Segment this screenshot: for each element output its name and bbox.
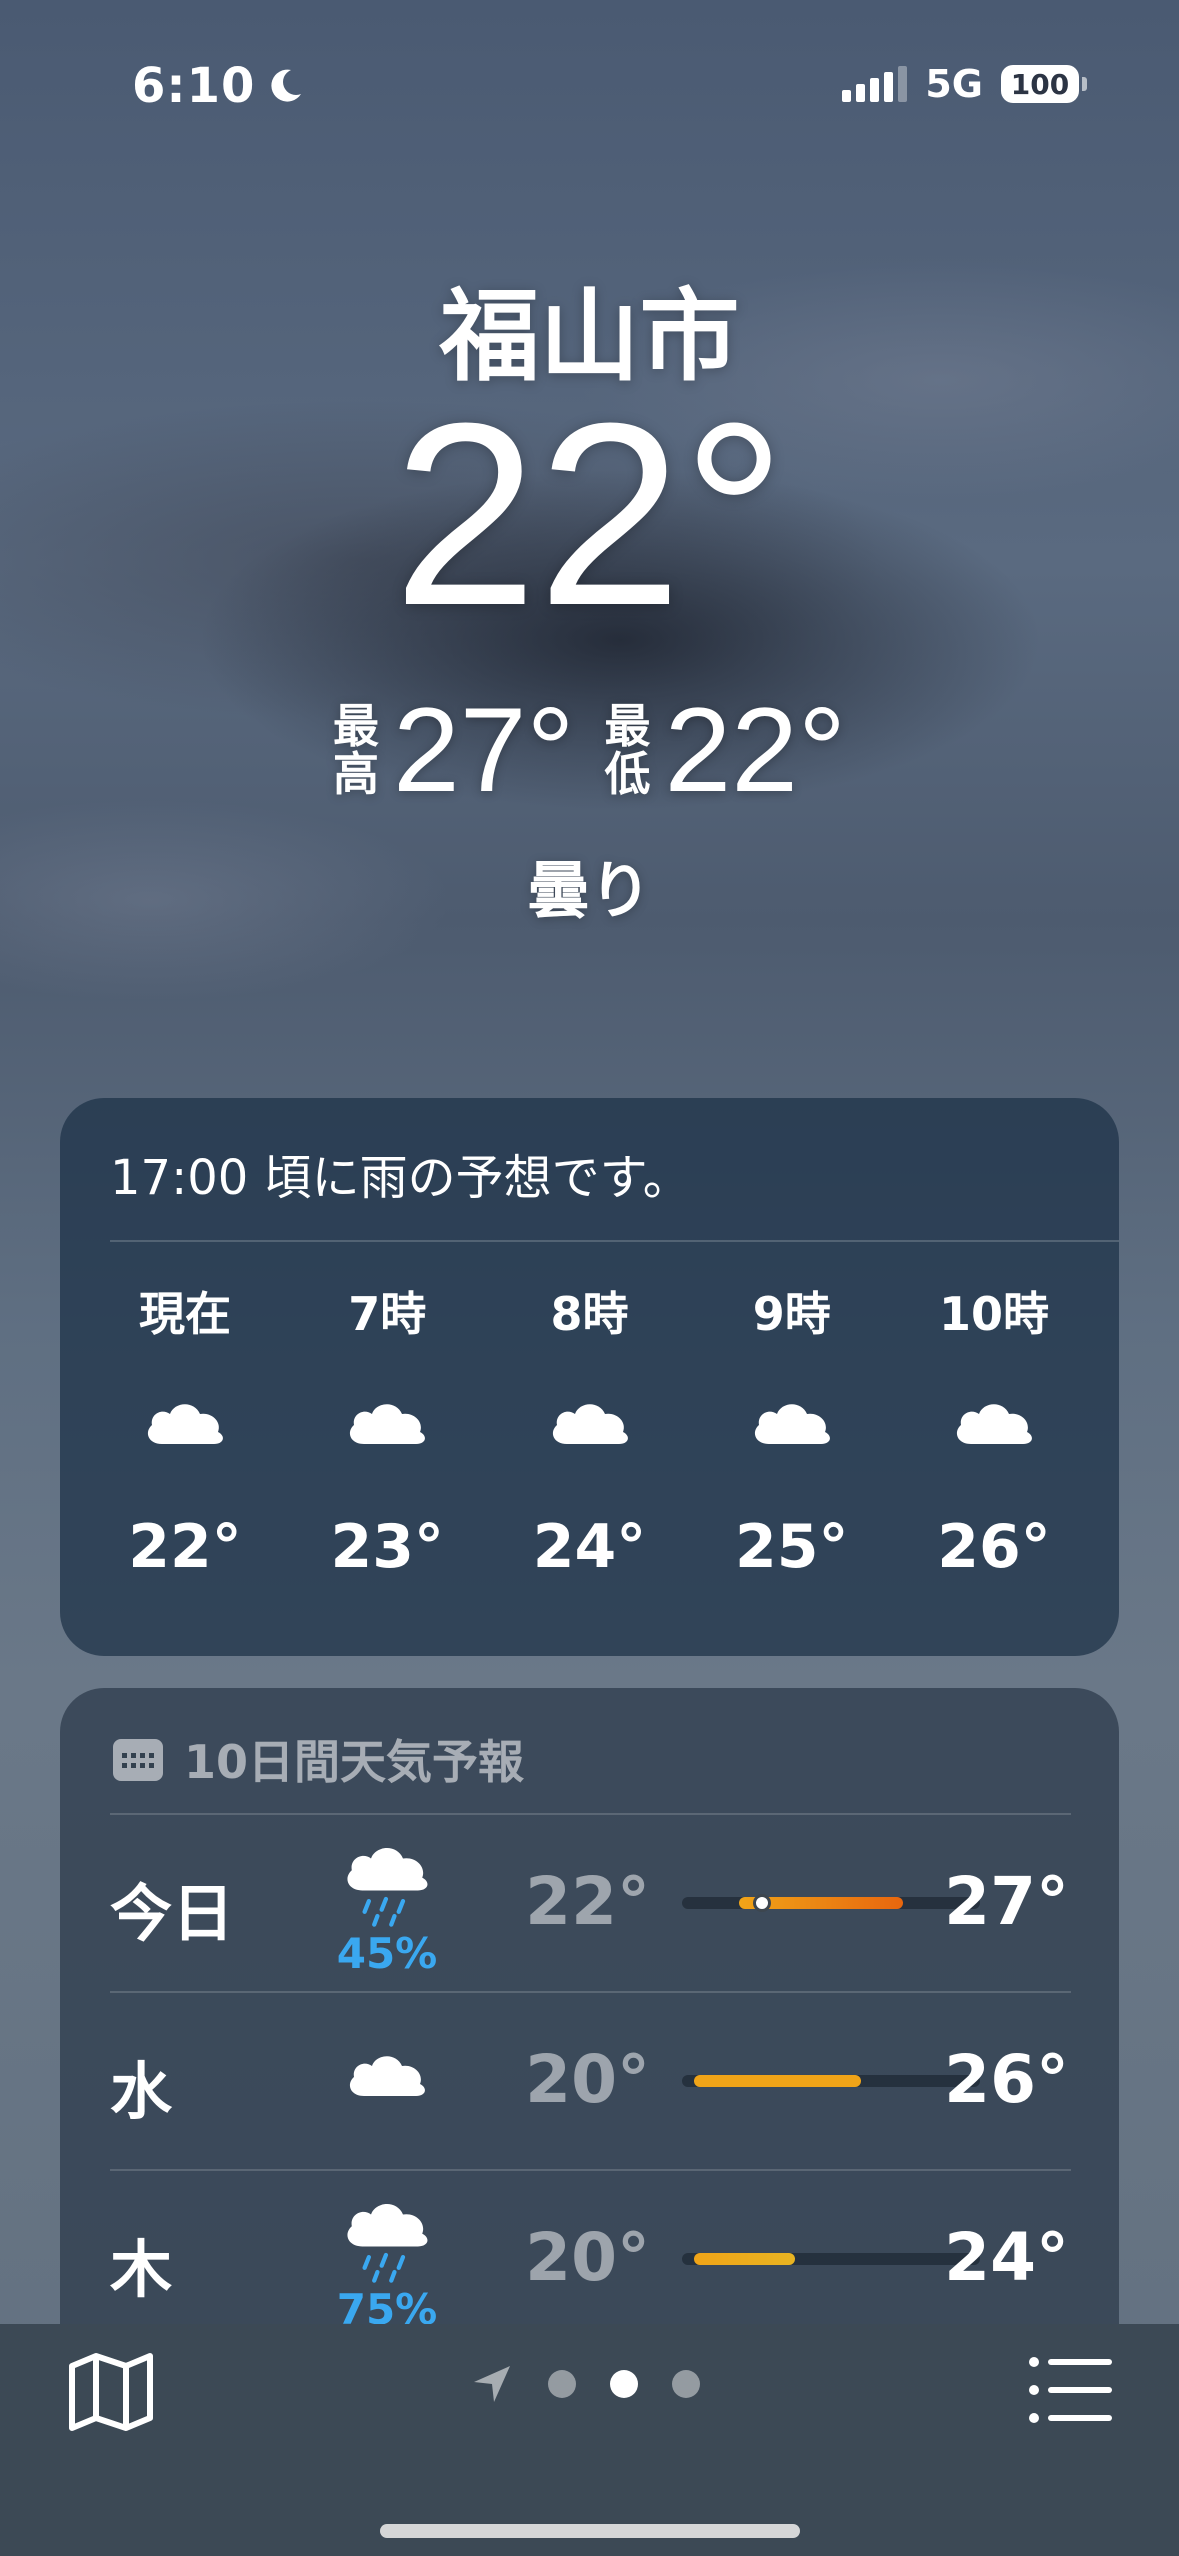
daily-forecast-card[interactable]: 10日間天気予報 今日 45% 22° 27° 水 20° 26° 木 75% 20° 24° <box>60 1688 1119 2348</box>
hour-item: 8時 24° <box>495 1278 685 1582</box>
cloud-icon <box>552 1404 628 1444</box>
current-temp-marker <box>753 1894 771 1912</box>
day-label: 水 <box>110 2055 173 2128</box>
hour-icon <box>140 1394 230 1454</box>
bottom-toolbar <box>0 2324 1179 2556</box>
low-temp: 22° <box>525 1863 650 1940</box>
page-dot[interactable] <box>610 2370 638 2398</box>
page-dot[interactable] <box>672 2370 700 2398</box>
current-temperature: 22° <box>392 370 787 660</box>
precipitation-chance: 45% <box>336 1929 438 1978</box>
forecast-summary: 17:00 頃に雨の予想です。 <box>110 1150 691 1206</box>
hour-temp: 23° <box>330 1512 445 1582</box>
map-icon[interactable] <box>68 2352 154 2432</box>
day-row[interactable]: 水 20° 26° <box>60 1991 1119 2169</box>
hour-temp: 22° <box>128 1512 242 1582</box>
temperature-range-fill <box>694 2253 795 2265</box>
calendar-icon <box>113 1739 163 1781</box>
list-icon[interactable] <box>1027 2354 1113 2426</box>
daily-title: 10日間天気予報 <box>112 1726 524 1792</box>
hour-label: 10時 <box>938 1287 1049 1341</box>
hour-temp: 26° <box>937 1512 1051 1582</box>
low-temperature: 22° <box>664 683 846 817</box>
battery-icon: 100 <box>1001 65 1087 103</box>
divider <box>110 2169 1071 2171</box>
daily-title-label: 10日間天気予報 <box>184 1735 525 1789</box>
temperature-range-fill <box>694 2075 861 2087</box>
divider <box>110 1240 1119 1242</box>
hour-item: 現在 22° <box>90 1278 280 1582</box>
day-label: 今日 <box>110 1877 235 1950</box>
high-label: 最高 <box>333 698 380 801</box>
hour-item: 7時 23° <box>292 1278 482 1582</box>
day-row[interactable]: 今日 45% 22° 27° <box>60 1813 1119 1991</box>
hour-icon <box>949 1394 1039 1454</box>
cloud-icon <box>956 1404 1032 1444</box>
moon-icon <box>271 69 302 102</box>
condition-text: 曇り <box>527 854 652 927</box>
hour-item: 10時 26° <box>899 1278 1089 1582</box>
hourly-list[interactable]: 現在 22° 7時 23° 8時 24° 9時 25° 10時 26° <box>90 1278 1089 1582</box>
hour-icon <box>342 1394 432 1454</box>
high-temp: 26° <box>944 2041 1069 2118</box>
day-label: 木 <box>110 2233 173 2306</box>
network-label: 5G <box>925 62 983 106</box>
low-label: 最低 <box>604 698 651 801</box>
day-icon <box>312 2046 462 2104</box>
page-indicator[interactable] <box>470 2362 700 2406</box>
low-group: 最低 22° <box>605 690 846 810</box>
hour-label: 9時 <box>752 1287 831 1341</box>
hourly-forecast-card[interactable]: 17:00 頃に雨の予想です。 現在 22° 7時 23° 8時 24° 9時 25° 10時 2… <box>60 1098 1119 1656</box>
hour-icon <box>545 1394 635 1454</box>
cloud-rain-icon <box>347 1848 428 1927</box>
low-temp: 20° <box>525 2041 650 2118</box>
battery-level: 100 <box>1010 67 1070 101</box>
hour-temp: 24° <box>532 1512 647 1582</box>
high-temp: 27° <box>944 1863 1069 1940</box>
cloud-rain-icon <box>347 2204 428 2283</box>
status-time: 6:10 <box>132 58 305 114</box>
divider <box>110 1991 1071 1993</box>
cloud-icon <box>754 1404 830 1444</box>
status-indicators: 5G 100 <box>842 62 1087 106</box>
high-temperature: 27° <box>393 683 575 817</box>
high-low: 最高 27° 最低 22° <box>0 690 1179 810</box>
hour-label: 7時 <box>348 1287 427 1341</box>
time-label: 6:10 <box>132 58 256 114</box>
cloud-icon <box>349 2056 425 2096</box>
divider <box>110 1813 1071 1815</box>
high-group: 最高 27° <box>333 690 574 810</box>
home-indicator[interactable] <box>380 2524 800 2538</box>
day-icon: 75% <box>312 2191 462 2334</box>
hour-item: 9時 25° <box>697 1278 887 1582</box>
hour-icon <box>747 1394 837 1454</box>
day-row[interactable]: 木 75% 20° 24° <box>60 2169 1119 2347</box>
high-temp: 24° <box>944 2219 1069 2296</box>
location-arrow-icon[interactable] <box>470 2362 514 2406</box>
signal-icon <box>842 66 908 102</box>
low-temp: 20° <box>525 2219 650 2296</box>
hour-label: 現在 <box>139 1287 231 1341</box>
cloud-icon <box>147 1404 223 1444</box>
hour-temp: 25° <box>735 1512 849 1582</box>
day-icon: 45% <box>312 1835 462 1978</box>
page-dot[interactable] <box>548 2370 576 2398</box>
hour-label: 8時 <box>550 1287 629 1341</box>
cloud-icon <box>350 1404 426 1444</box>
